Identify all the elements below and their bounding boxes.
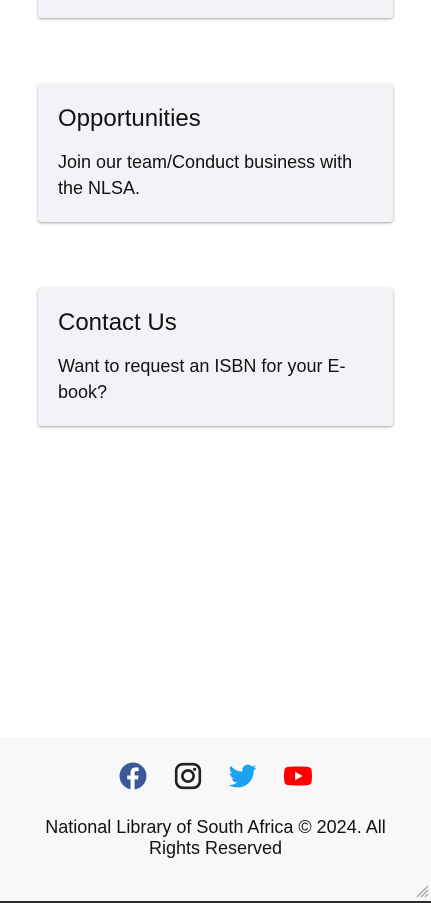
twitter-link[interactable] [229, 762, 257, 790]
contact-us-card[interactable]: Contact Us Want to request an ISBN for y… [38, 288, 393, 426]
card-description: Want to request an ISBN for your E-book? [58, 356, 346, 402]
copyright-text: National Library of South Africa © 2024.… [45, 817, 386, 858]
card-description: Join our team/Conduct business with the … [58, 152, 353, 198]
page: Opportunities Join our team/Conduct busi… [0, 0, 431, 903]
card-title: Opportunities [58, 105, 201, 132]
social-links [0, 762, 431, 790]
instagram-icon [174, 762, 202, 790]
instagram-link[interactable] [174, 762, 202, 790]
resize-grip-icon[interactable] [415, 884, 429, 898]
youtube-link[interactable] [284, 762, 312, 790]
footer: National Library of South Africa © 2024.… [0, 737, 431, 901]
opportunities-card[interactable]: Opportunities Join our team/Conduct busi… [38, 84, 393, 222]
facebook-link[interactable] [119, 762, 147, 790]
twitter-icon [229, 764, 257, 788]
facebook-icon [119, 762, 147, 790]
card-title: Contact Us [58, 309, 177, 336]
youtube-icon [284, 766, 312, 786]
card-partial [38, 0, 393, 18]
